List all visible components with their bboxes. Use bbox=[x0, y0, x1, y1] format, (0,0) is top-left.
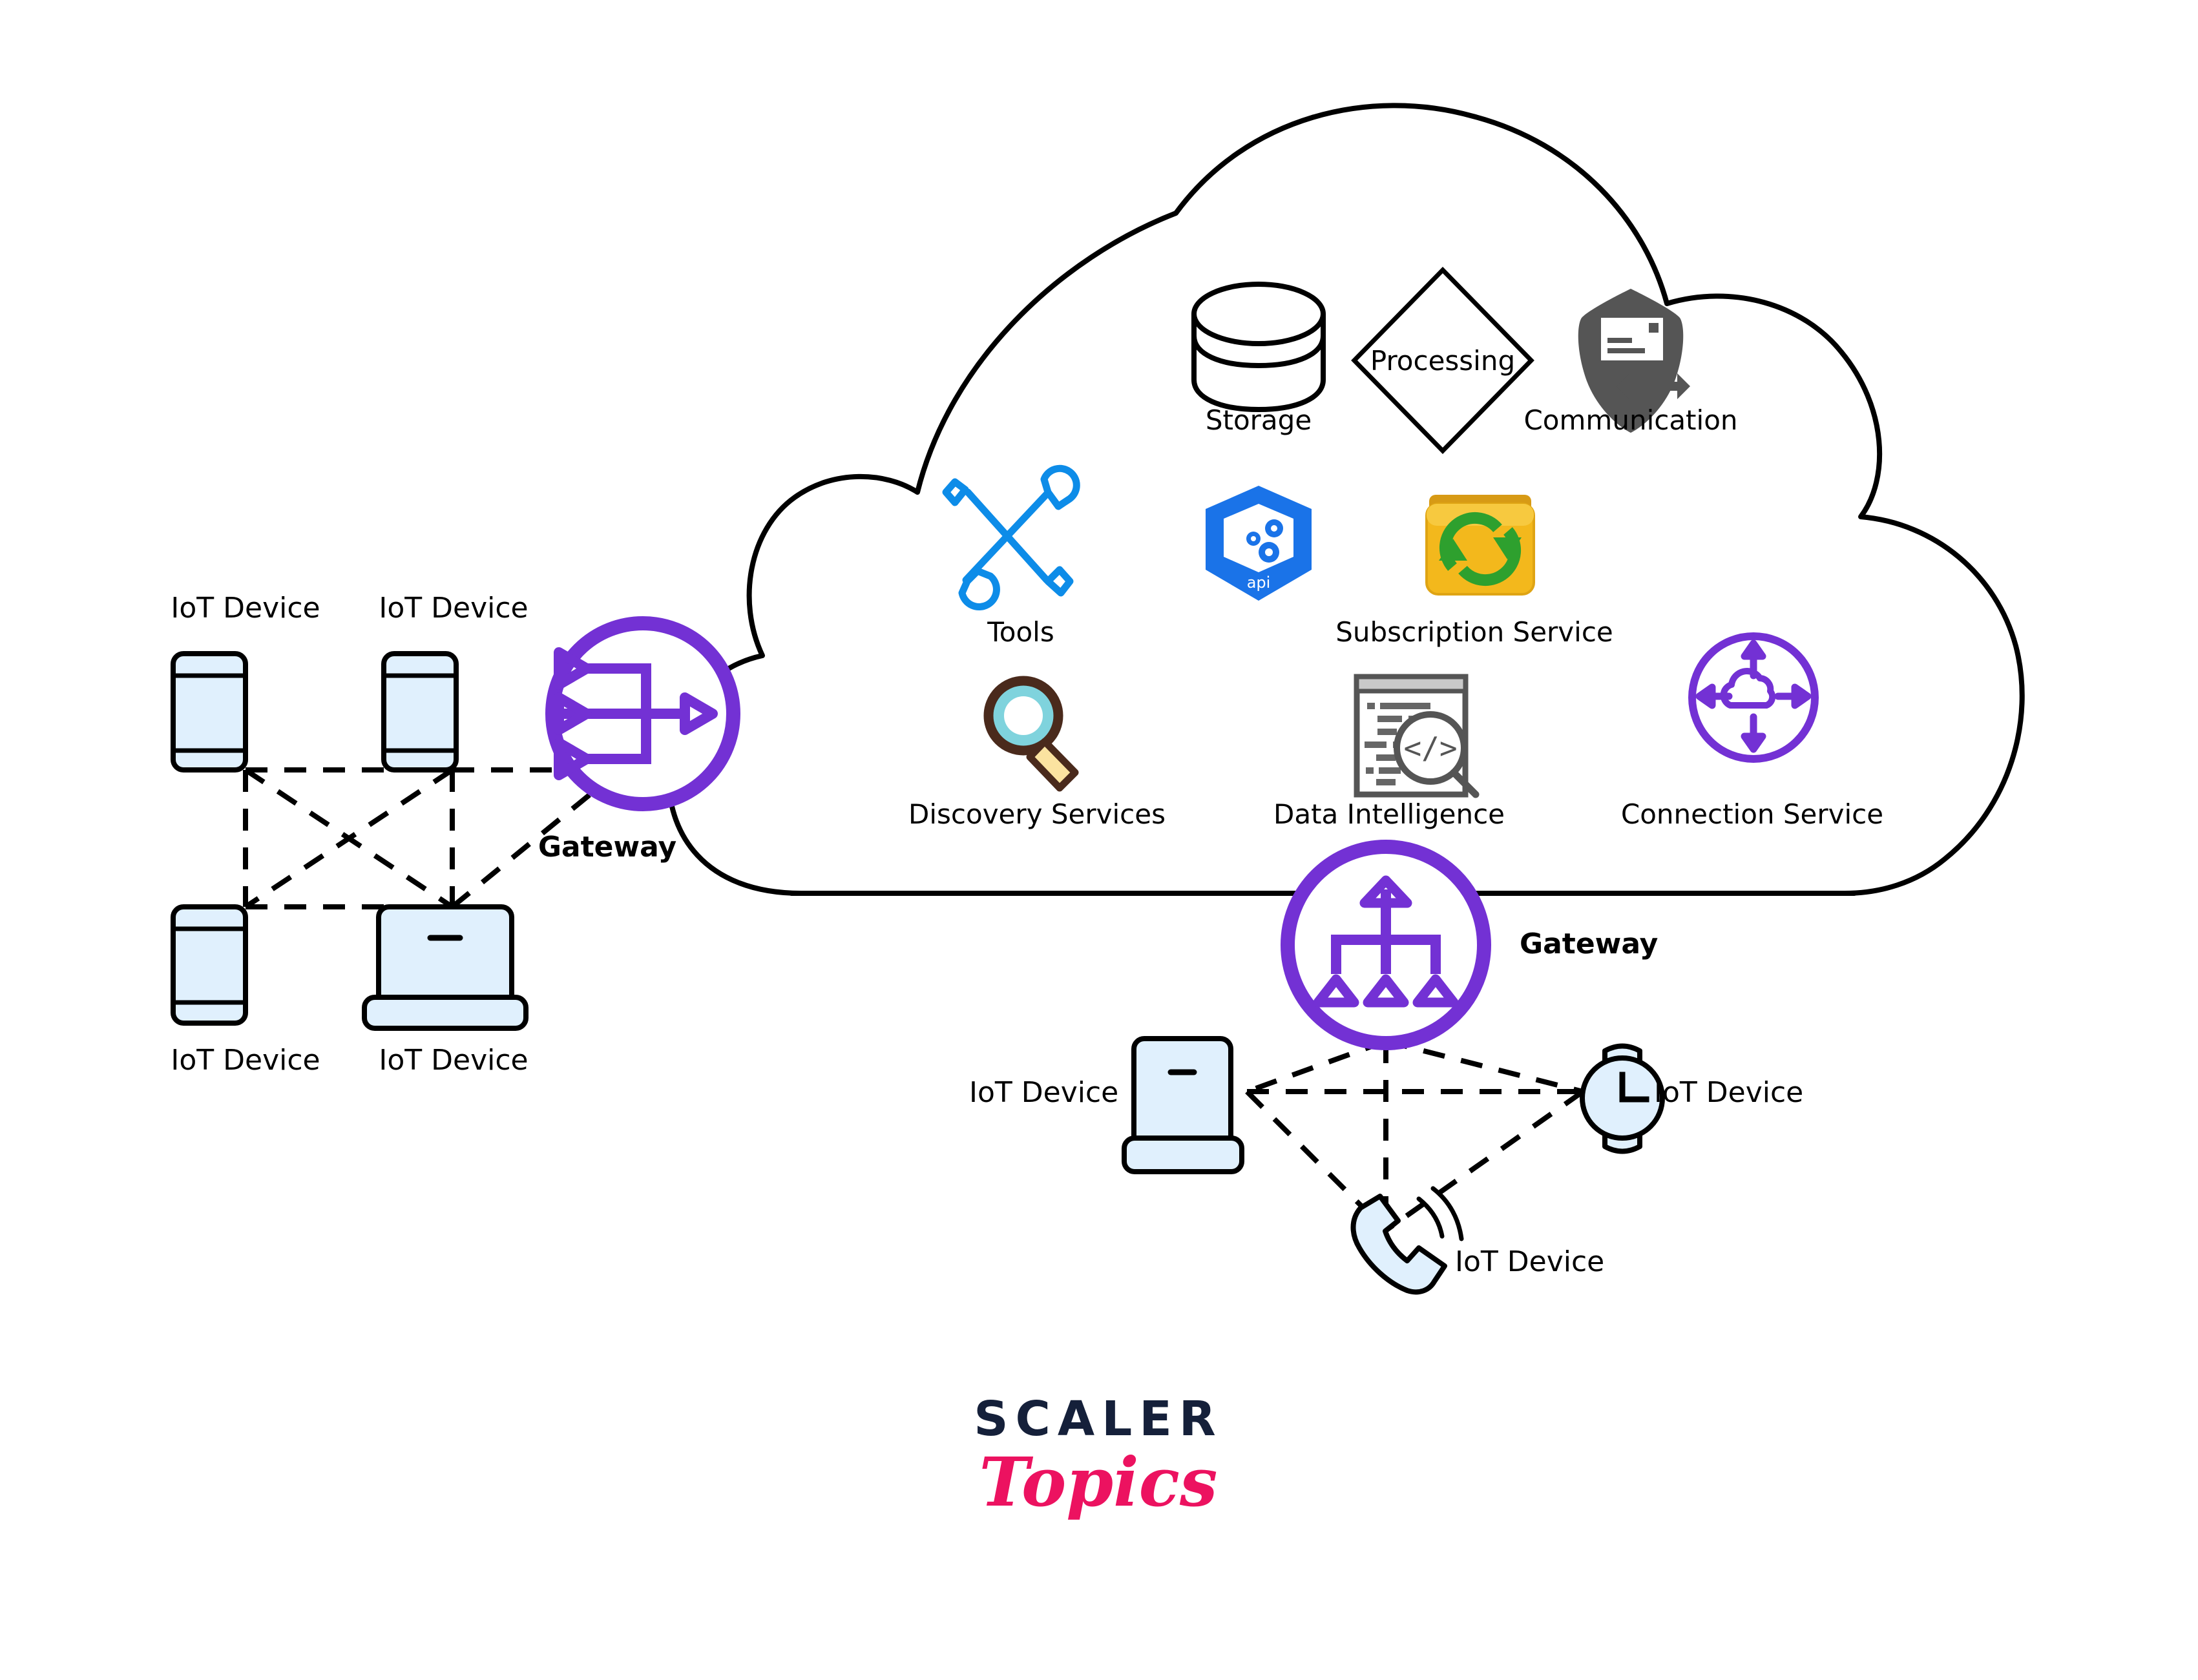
iot-device-phone-2 bbox=[381, 651, 459, 773]
logo-secondary-text: Topics bbox=[979, 1442, 1218, 1522]
iot-device-label-3: IoT Device bbox=[171, 1044, 320, 1077]
svg-text:api: api bbox=[1247, 574, 1271, 592]
service-label-processing: Processing bbox=[1370, 345, 1516, 377]
service-label-communication: Communication bbox=[1523, 404, 1738, 436]
gateway-label-bottom: Gateway bbox=[1520, 928, 1659, 960]
service-label-connection: Connection Service bbox=[1620, 798, 1884, 830]
gateway-left[interactable] bbox=[545, 616, 740, 811]
cloud-shape bbox=[665, 103, 2025, 896]
iot-device-label-7: IoT Device bbox=[1455, 1245, 1605, 1278]
bottom-cluster-connections bbox=[1245, 1039, 1585, 1233]
folder-sync-icon bbox=[1425, 495, 1535, 596]
service-label-subscription: Subscription Service bbox=[1335, 616, 1613, 648]
database-cylinder-icon bbox=[1191, 282, 1326, 413]
iot-device-phone-1 bbox=[171, 651, 248, 773]
svg-text:</>: </> bbox=[1403, 731, 1457, 765]
gateway-label-left: Gateway bbox=[538, 831, 677, 864]
iot-device-label-5: IoT Device bbox=[969, 1076, 1119, 1109]
scaler-topics-logo: SCALER Topics bbox=[905, 1395, 1292, 1517]
iot-device-smartwatch bbox=[1580, 1043, 1665, 1154]
logo-primary-text: SCALER bbox=[974, 1391, 1223, 1447]
service-label-data-intelligence: Data Intelligence bbox=[1273, 798, 1505, 830]
iot-device-label-1: IoT Device bbox=[171, 592, 320, 625]
service-label-storage: Storage bbox=[1205, 404, 1312, 436]
diagram-canvas: api </> IoT Device IoT Device IoT Device… bbox=[0, 0, 2198, 1680]
cloud-arrows-circle-icon bbox=[1688, 632, 1819, 763]
iot-device-label-2: IoT Device bbox=[379, 592, 529, 625]
iot-device-laptop-1 bbox=[362, 904, 529, 1031]
iot-device-handset bbox=[1350, 1186, 1464, 1295]
iot-device-label-6: IoT Device bbox=[1654, 1076, 1804, 1109]
service-label-discovery: Discovery Services bbox=[908, 798, 1166, 830]
service-label-tools: Tools bbox=[987, 616, 1054, 648]
gateway-bottom[interactable] bbox=[1281, 840, 1491, 1050]
iot-device-label-4: IoT Device bbox=[379, 1044, 529, 1077]
code-analysis-icon: </> bbox=[1354, 674, 1480, 798]
iot-device-laptop-2 bbox=[1122, 1036, 1244, 1174]
iot-device-phone-3 bbox=[171, 904, 248, 1026]
